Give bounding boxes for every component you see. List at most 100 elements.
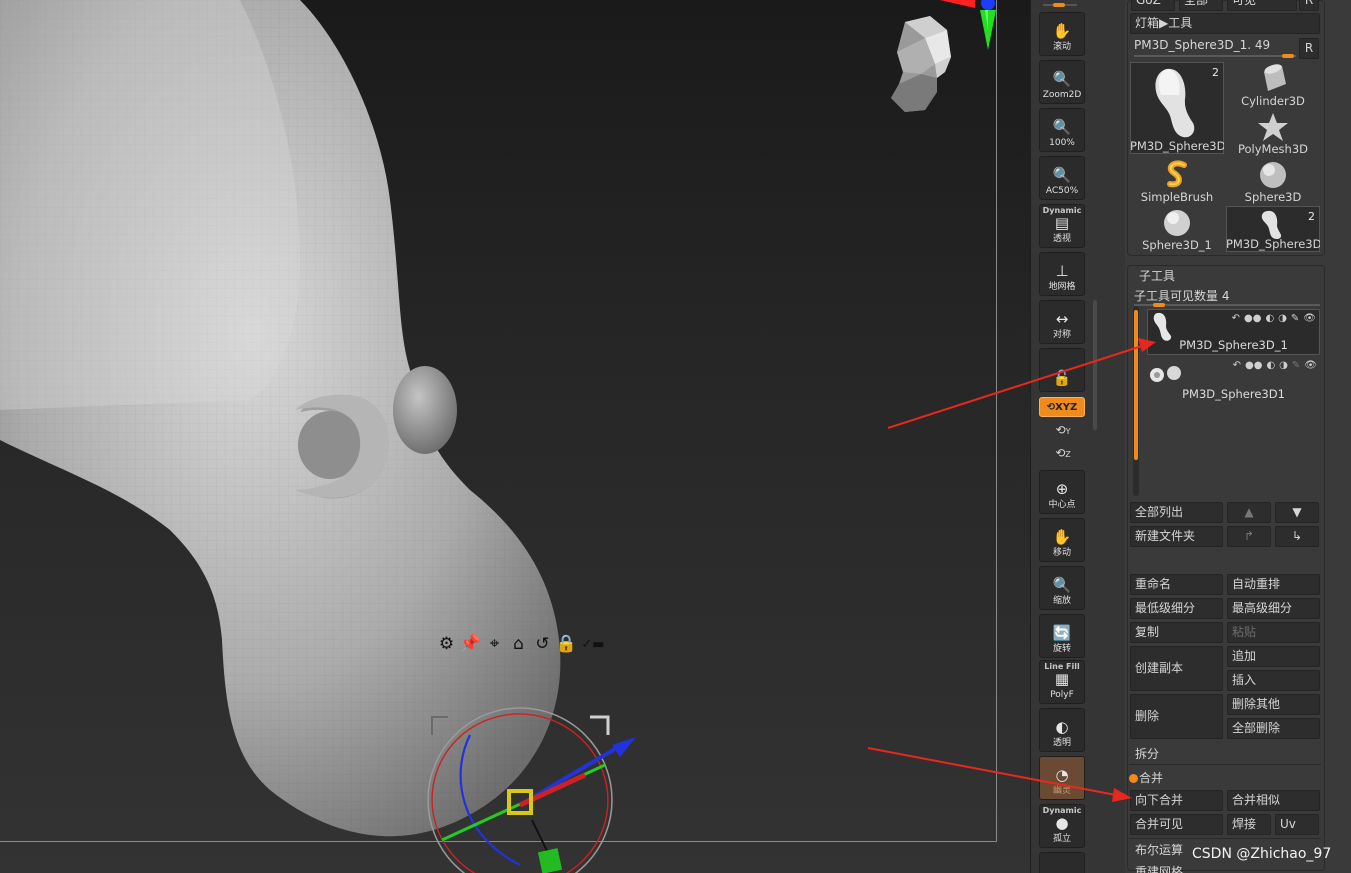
rotate-z-button[interactable]: ⟲Z: [1053, 446, 1073, 464]
delete-all-button[interactable]: 全部删除: [1227, 718, 1320, 739]
shelf-scrollbar[interactable]: [1093, 300, 1097, 430]
subtool-visible-slider-knob[interactable]: [1153, 303, 1165, 307]
tool-thumb-cylinder3d[interactable]: Cylinder3D: [1226, 62, 1320, 108]
gizmo-home-icon[interactable]: ⌂: [508, 634, 529, 655]
uv-button[interactable]: Uv: [1275, 814, 1319, 835]
arrow-down-right-icon: ↳: [1291, 529, 1303, 543]
r-button-top[interactable]: R: [1299, 0, 1319, 11]
visible-button[interactable]: 可见: [1227, 0, 1297, 11]
center-point-button[interactable]: ⊕ 中心点: [1039, 470, 1085, 514]
r-button[interactable]: R: [1299, 38, 1319, 59]
mask-toggle-icon[interactable]: ◑: [1279, 360, 1288, 371]
center-target-icon: ⊕: [1055, 480, 1069, 498]
insert-button[interactable]: 插入: [1227, 670, 1320, 691]
move-button[interactable]: ✋ 移动: [1039, 518, 1085, 562]
append-button[interactable]: 追加: [1227, 646, 1320, 667]
antialiased-half-button[interactable]: 🔍 AC50%: [1039, 156, 1085, 200]
list-all-button[interactable]: 全部列出: [1130, 502, 1223, 523]
shelf-top-slider-knob[interactable]: [1053, 3, 1065, 7]
material-toggle-icon[interactable]: ◐: [1265, 313, 1274, 324]
tool-thumb-sphere3d[interactable]: Sphere3D: [1226, 158, 1320, 204]
tool-thumb-pm3d-sphere3d-2[interactable]: 2 PM3D_Sphere3D: [1226, 206, 1320, 252]
gizmo-deformer-icon[interactable]: ✓▬: [580, 634, 606, 655]
lowest-subdiv-button[interactable]: 最低级细分: [1130, 598, 1223, 619]
move-down-button[interactable]: ▼: [1275, 502, 1319, 523]
perspective-button[interactable]: Dynamic ▤ 透视: [1039, 204, 1085, 248]
subtool-item-pm3d-sphere3d-1[interactable]: ↶ ●● ◐ ◑ ✎ 👁 PM3D_Sphere3D_1: [1147, 309, 1320, 355]
polyframe-button[interactable]: Line Fill ▦ PolyF: [1039, 660, 1085, 704]
new-folder-button[interactable]: 新建文件夹: [1130, 526, 1223, 547]
local-symmetry-button[interactable]: 🔓: [1039, 348, 1085, 392]
boolean-section[interactable]: 布尔运算: [1135, 841, 1183, 858]
delete-other-button[interactable]: 删除其他: [1227, 694, 1320, 715]
polypaint-toggle-icon[interactable]: ●●: [1245, 360, 1262, 371]
axis-orientation-gizmo[interactable]: [930, 0, 1000, 55]
undo-arrow-icon[interactable]: ↶: [1233, 360, 1241, 371]
delete-button[interactable]: 删除: [1130, 694, 1223, 739]
tool-thumb-simplebrush[interactable]: SimpleBrush: [1130, 158, 1224, 204]
merge-visible-button[interactable]: 合并可见: [1130, 814, 1223, 835]
canvas-viewport[interactable]: ⚙ 📌 ⌖ ⌂ ↺ 🔒 ✓▬: [0, 0, 1030, 873]
subtool-title[interactable]: 子工具: [1139, 267, 1175, 284]
solo-button[interactable]: Dynamic ● 孤立: [1039, 804, 1085, 848]
scroll-button[interactable]: ✋ 滚动: [1039, 12, 1085, 56]
move-up-button[interactable]: ▲: [1227, 502, 1271, 523]
gizmo-location-icon[interactable]: ⌖: [484, 634, 505, 655]
gizmo-reset-icon[interactable]: ↺: [532, 634, 553, 655]
floor-grid-button[interactable]: ⊥ 地网格: [1039, 252, 1085, 296]
undo-arrow-icon[interactable]: ↶: [1232, 313, 1240, 324]
rotate-xyz-button[interactable]: ⟲ XYZ: [1039, 397, 1085, 417]
merge-similar-button[interactable]: 合并相似: [1227, 790, 1320, 811]
mask-toggle-icon[interactable]: ◑: [1278, 313, 1287, 324]
duplicate-button[interactable]: 创建副本: [1130, 646, 1223, 691]
rotate-button[interactable]: 🔄 旋转: [1039, 614, 1085, 658]
xpose-button[interactable]: ↔: [1039, 852, 1085, 873]
gizmo-pin-icon[interactable]: 📌: [460, 634, 481, 655]
brush-toggle-icon[interactable]: ✎: [1292, 360, 1300, 371]
material-toggle-icon[interactable]: ◐: [1266, 360, 1275, 371]
watermark-text: CSDN @Zhichao_97: [1192, 846, 1332, 862]
all-button[interactable]: 全部: [1179, 0, 1223, 11]
remesh-section[interactable]: 重建网格: [1135, 863, 1183, 873]
copy-button[interactable]: 复制: [1130, 622, 1223, 643]
rename-button[interactable]: 重命名: [1130, 574, 1223, 595]
scale-button[interactable]: 🔍 缩放: [1039, 566, 1085, 610]
move-into-folder-button[interactable]: ↱: [1227, 526, 1271, 547]
tool-slider[interactable]: [1134, 55, 1296, 57]
zoom2d-button[interactable]: 🔍 Zoom2D: [1039, 60, 1085, 104]
weld-button[interactable]: 焊接: [1227, 814, 1271, 835]
cylinder-icon: [1264, 64, 1286, 91]
subtool-item-pm3d-sphere3d1[interactable]: ↶ ●● ◐ ◑ ✎ 👁 PM3D_Sphere3D1: [1147, 357, 1320, 403]
lightbox-tools-button[interactable]: 灯箱▶工具: [1130, 13, 1320, 34]
gizmo-lock-icon[interactable]: 🔒: [556, 634, 577, 655]
brush-toggle-icon[interactable]: ✎: [1291, 313, 1299, 324]
scale-magnifier-icon: 🔍: [1052, 576, 1072, 594]
subtool-item-controls: ↶ ●● ◐ ◑ ✎ 👁: [1233, 360, 1317, 371]
tool-thumb-pm3d-sphere3d[interactable]: 2 PM3D_Sphere3D: [1130, 62, 1224, 154]
actual-size-button[interactable]: 🔍 100%: [1039, 108, 1085, 152]
gizmo-settings-icon[interactable]: ⚙: [436, 634, 457, 655]
tool-thumb-polymesh3d[interactable]: PolyMesh3D: [1226, 110, 1320, 156]
rotate-y-button[interactable]: ⟲Y: [1053, 423, 1073, 441]
sphere-icon: [1260, 162, 1286, 188]
tool-thumb-sphere3d-1[interactable]: Sphere3D_1: [1130, 206, 1224, 252]
move-out-folder-button[interactable]: ↳: [1275, 526, 1319, 547]
visibility-eye-icon[interactable]: 👁: [1304, 360, 1317, 371]
paste-button[interactable]: 粘贴: [1227, 622, 1320, 643]
split-section[interactable]: 拆分: [1135, 745, 1159, 762]
auto-reorder-button[interactable]: 自动重排: [1227, 574, 1320, 595]
goz-button[interactable]: GoZ: [1131, 0, 1175, 11]
symmetry-button[interactable]: ↔ 对称: [1039, 300, 1085, 344]
tool-slider-knob[interactable]: [1282, 54, 1294, 58]
visibility-eye-icon[interactable]: 👁: [1303, 313, 1316, 324]
merge-section[interactable]: 合并: [1129, 769, 1163, 786]
ghost-button[interactable]: ◔ 幽灵: [1039, 756, 1085, 800]
merge-down-button[interactable]: 向下合并: [1130, 790, 1223, 811]
transparency-button[interactable]: ◐ 透明: [1039, 708, 1085, 752]
arrow-down-icon: ▼: [1292, 505, 1302, 519]
perspective-grid-icon: ▤: [1054, 214, 1070, 232]
subtool-scrollbar-thumb[interactable]: [1134, 310, 1138, 460]
highest-subdiv-button[interactable]: 最高级细分: [1227, 598, 1320, 619]
transform-gizmo[interactable]: [420, 705, 650, 873]
polypaint-toggle-icon[interactable]: ●●: [1244, 313, 1261, 324]
